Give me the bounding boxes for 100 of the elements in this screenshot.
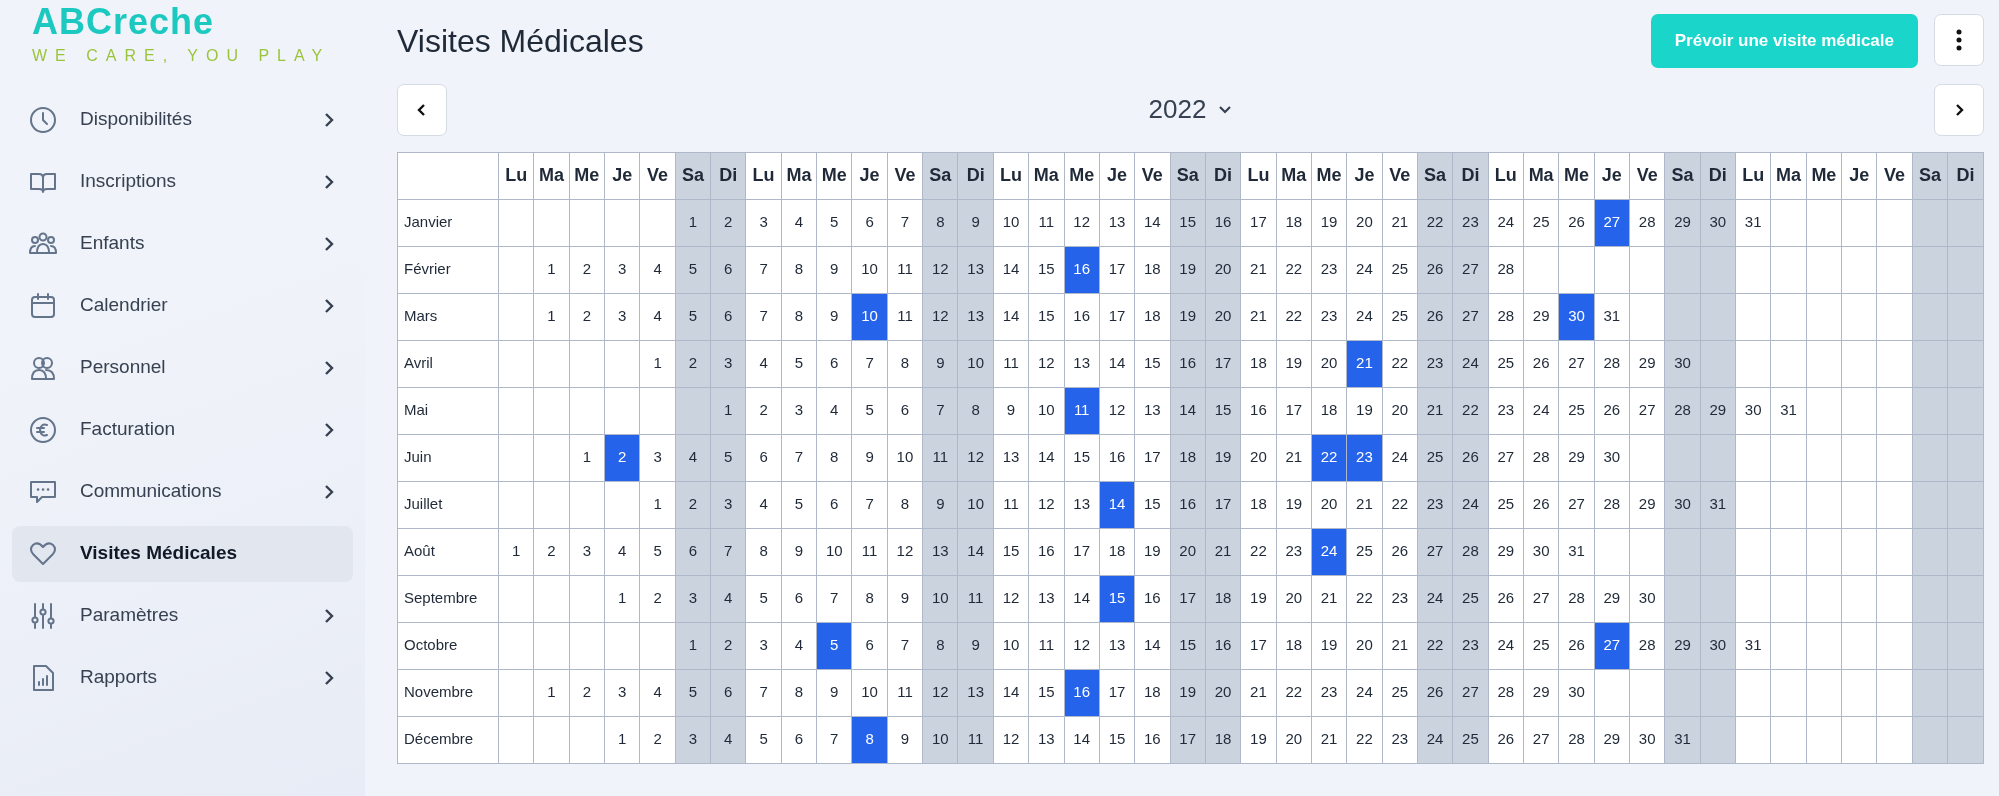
visit-day[interactable]: 2: [604, 434, 640, 481]
day-cell[interactable]: 27: [1523, 716, 1559, 763]
day-cell[interactable]: 25: [1523, 622, 1559, 669]
day-cell[interactable]: 25: [1488, 481, 1524, 528]
day-cell[interactable]: 25: [1488, 340, 1524, 387]
day-cell[interactable]: 9: [957, 622, 994, 669]
day-cell[interactable]: 17: [1170, 575, 1206, 622]
day-cell[interactable]: 29: [1700, 387, 1736, 434]
day-cell[interactable]: 31: [1735, 622, 1771, 669]
day-cell[interactable]: 19: [1276, 481, 1312, 528]
day-cell[interactable]: 14: [1064, 575, 1100, 622]
sidebar-item[interactable]: Personnel: [12, 339, 353, 396]
day-cell[interactable]: 23: [1488, 387, 1524, 434]
day-cell[interactable]: 19: [1170, 669, 1206, 716]
day-cell[interactable]: 2: [639, 716, 676, 763]
day-cell[interactable]: 15: [1028, 246, 1064, 293]
day-cell[interactable]: 28: [1629, 622, 1665, 669]
day-cell[interactable]: 4: [639, 293, 676, 340]
day-cell[interactable]: 18: [1170, 434, 1206, 481]
day-cell[interactable]: 21: [1240, 246, 1277, 293]
day-cell[interactable]: 14: [1028, 434, 1064, 481]
day-cell[interactable]: 6: [710, 669, 746, 716]
visit-day[interactable]: 21: [1346, 340, 1383, 387]
day-cell[interactable]: 4: [675, 434, 711, 481]
day-cell[interactable]: 23: [1311, 669, 1347, 716]
day-cell[interactable]: 31: [1770, 387, 1807, 434]
day-cell[interactable]: 12: [922, 246, 958, 293]
visit-day[interactable]: 5: [816, 622, 852, 669]
day-cell[interactable]: 6: [710, 293, 746, 340]
day-cell[interactable]: 30: [1700, 199, 1736, 246]
day-cell[interactable]: 2: [533, 528, 570, 575]
day-cell[interactable]: 5: [781, 340, 817, 387]
day-cell[interactable]: 4: [781, 622, 817, 669]
day-cell[interactable]: 19: [1311, 199, 1347, 246]
day-cell[interactable]: 26: [1452, 434, 1489, 481]
day-cell[interactable]: 25: [1346, 528, 1383, 575]
day-cell[interactable]: 25: [1452, 575, 1489, 622]
day-cell[interactable]: 16: [1205, 199, 1241, 246]
day-cell[interactable]: 9: [816, 293, 852, 340]
day-cell[interactable]: 16: [1134, 575, 1171, 622]
day-cell[interactable]: 25: [1382, 669, 1418, 716]
day-cell[interactable]: 10: [1028, 387, 1064, 434]
day-cell[interactable]: 14: [1170, 387, 1206, 434]
day-cell[interactable]: 13: [1028, 575, 1064, 622]
day-cell[interactable]: 8: [781, 669, 817, 716]
day-cell[interactable]: 29: [1664, 622, 1701, 669]
day-cell[interactable]: 24: [1523, 387, 1559, 434]
day-cell[interactable]: 26: [1558, 622, 1595, 669]
day-cell[interactable]: 24: [1417, 716, 1453, 763]
day-cell[interactable]: 23: [1311, 293, 1347, 340]
day-cell[interactable]: 16: [1028, 528, 1064, 575]
day-cell[interactable]: 5: [675, 669, 711, 716]
visit-day[interactable]: 23: [1346, 434, 1383, 481]
day-cell[interactable]: 3: [604, 669, 640, 716]
day-cell[interactable]: 15: [1028, 293, 1064, 340]
day-cell[interactable]: 14: [1099, 340, 1135, 387]
day-cell[interactable]: 6: [745, 434, 782, 481]
day-cell[interactable]: 15: [1028, 669, 1064, 716]
day-cell[interactable]: 17: [1170, 716, 1206, 763]
day-cell[interactable]: 26: [1523, 481, 1559, 528]
day-cell[interactable]: 27: [1488, 434, 1524, 481]
sidebar-item[interactable]: Inscriptions: [12, 153, 353, 210]
day-cell[interactable]: 10: [816, 528, 852, 575]
day-cell[interactable]: 25: [1523, 199, 1559, 246]
day-cell[interactable]: 15: [1205, 387, 1241, 434]
day-cell[interactable]: 22: [1417, 622, 1453, 669]
day-cell[interactable]: 17: [1099, 669, 1135, 716]
day-cell[interactable]: 7: [745, 669, 782, 716]
day-cell[interactable]: 27: [1558, 340, 1595, 387]
day-cell[interactable]: 27: [1452, 669, 1489, 716]
day-cell[interactable]: 20: [1170, 528, 1206, 575]
day-cell[interactable]: 10: [851, 246, 888, 293]
day-cell[interactable]: 6: [851, 622, 888, 669]
day-cell[interactable]: 13: [957, 293, 994, 340]
day-cell[interactable]: 1: [533, 293, 570, 340]
day-cell[interactable]: 16: [1099, 434, 1135, 481]
day-cell[interactable]: 13: [1064, 340, 1100, 387]
day-cell[interactable]: 20: [1311, 340, 1347, 387]
day-cell[interactable]: 14: [1134, 622, 1171, 669]
sidebar-item[interactable]: Communications: [12, 463, 353, 520]
day-cell[interactable]: 19: [1170, 246, 1206, 293]
day-cell[interactable]: 3: [639, 434, 676, 481]
day-cell[interactable]: 19: [1170, 293, 1206, 340]
day-cell[interactable]: 27: [1523, 575, 1559, 622]
day-cell[interactable]: 2: [710, 622, 746, 669]
day-cell[interactable]: 18: [1276, 622, 1312, 669]
day-cell[interactable]: 1: [639, 481, 676, 528]
day-cell[interactable]: 21: [1240, 669, 1277, 716]
day-cell[interactable]: 5: [745, 575, 782, 622]
day-cell[interactable]: 28: [1488, 246, 1524, 293]
day-cell[interactable]: 4: [745, 340, 782, 387]
visit-day[interactable]: 15: [1099, 575, 1135, 622]
day-cell[interactable]: 5: [745, 716, 782, 763]
day-cell[interactable]: 26: [1594, 387, 1630, 434]
day-cell[interactable]: 28: [1594, 481, 1630, 528]
day-cell[interactable]: 10: [993, 199, 1029, 246]
day-cell[interactable]: 18: [1099, 528, 1135, 575]
day-cell[interactable]: 16: [1240, 387, 1277, 434]
day-cell[interactable]: 16: [1134, 716, 1171, 763]
day-cell[interactable]: 9: [851, 434, 888, 481]
